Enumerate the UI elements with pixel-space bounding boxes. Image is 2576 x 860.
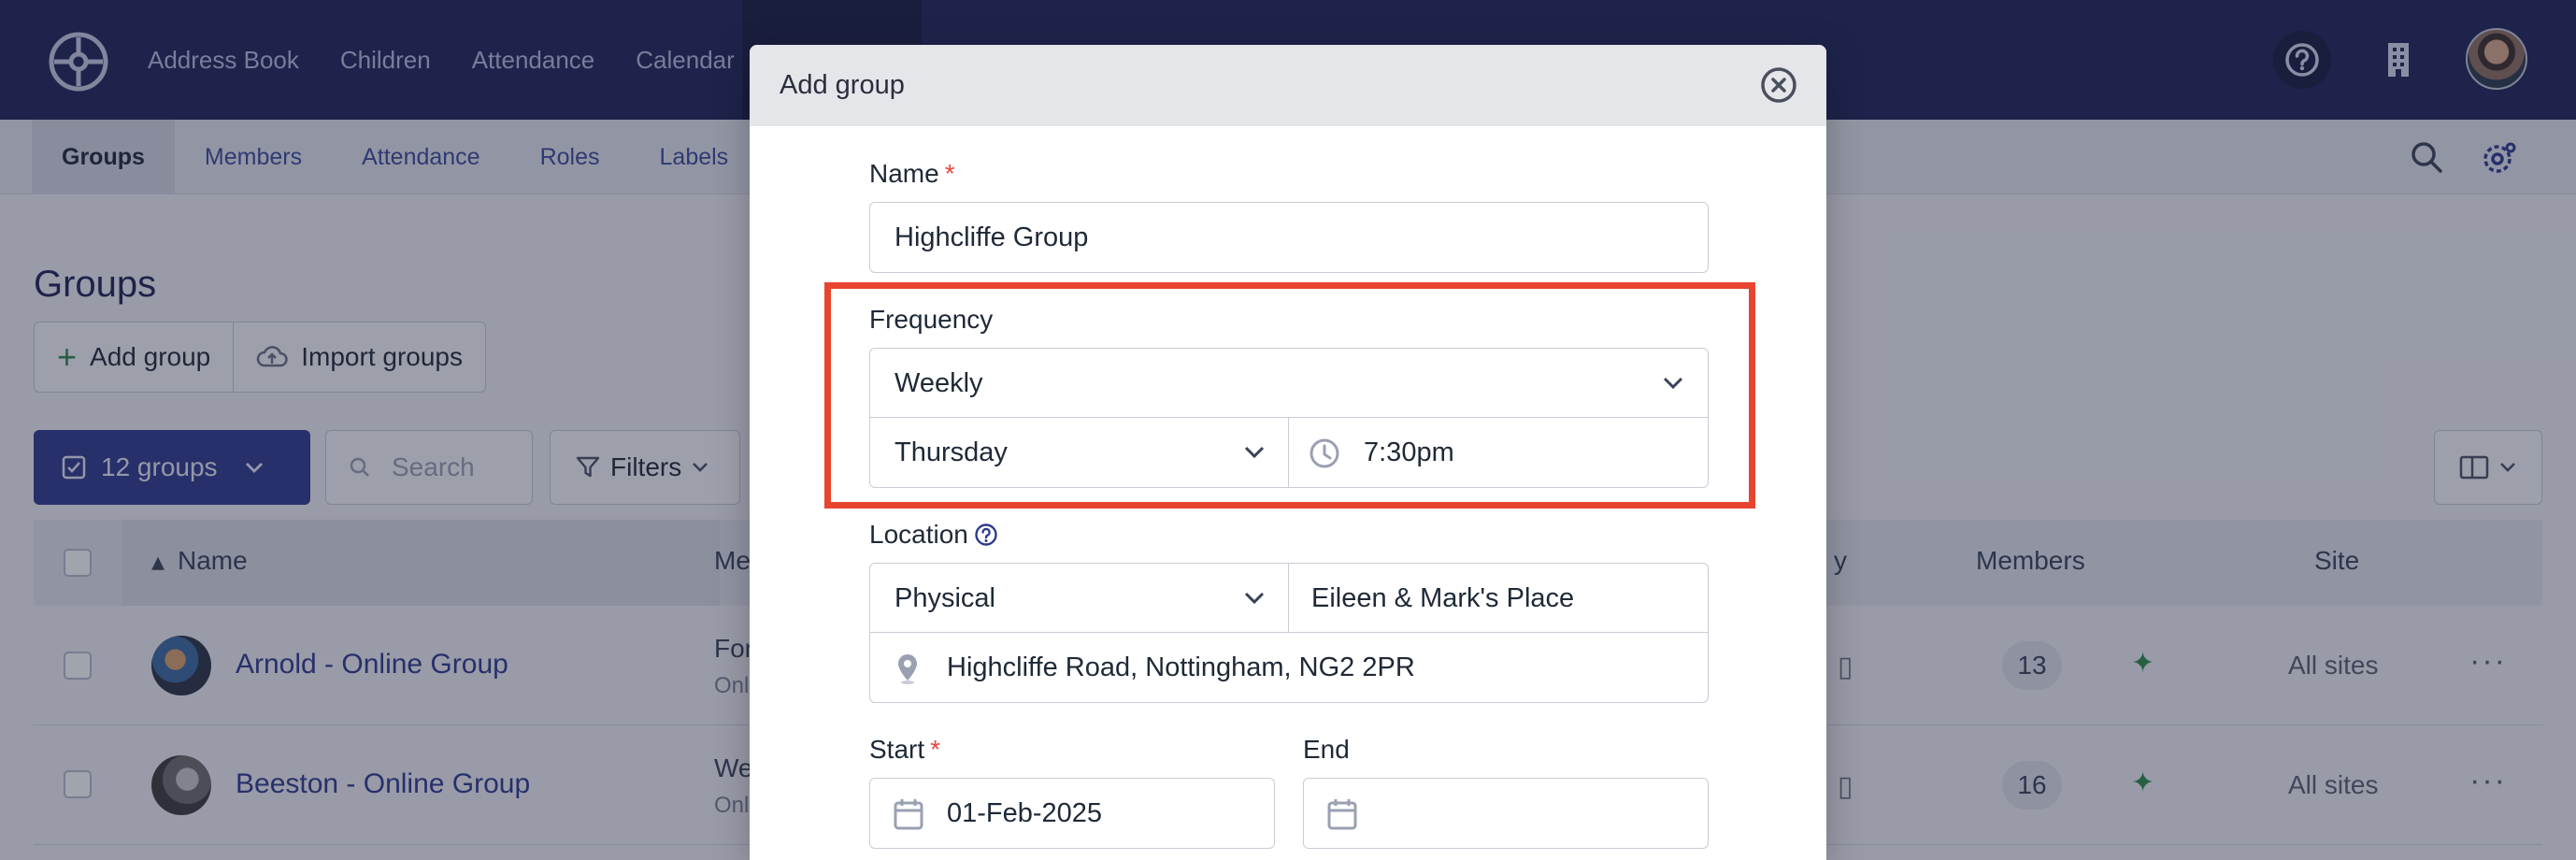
required-asterisk: * (930, 735, 941, 764)
location-name-field[interactable]: Eileen & Mark's Place (1288, 563, 1709, 634)
modal-title: Add group (780, 70, 905, 100)
frequency-label: Frequency (869, 305, 994, 334)
clock-icon (1309, 438, 1339, 468)
end-label: End (1303, 735, 1350, 764)
calendar-icon (894, 799, 923, 830)
location-label: Location (869, 520, 998, 550)
address-field[interactable]: Highcliffe Road, Nottingham, NG2 2PR (869, 632, 1709, 703)
add-group-modal: Add group Name * Highcliffe Group Freque… (750, 45, 1826, 860)
name-field[interactable]: Highcliffe Group (869, 202, 1709, 273)
start-label: Start * (869, 735, 941, 764)
day-select[interactable]: Thursday (869, 417, 1290, 488)
name-label: Name * (869, 159, 955, 188)
help-icon[interactable] (974, 523, 998, 547)
start-date-field[interactable]: 01-Feb-2025 (869, 778, 1275, 849)
map-pin-icon (898, 654, 917, 684)
frequency-select[interactable]: Weekly (869, 348, 1709, 419)
modal-header: Add group (750, 45, 1826, 126)
location-type-select[interactable]: Physical (869, 563, 1290, 634)
close-icon[interactable] (1759, 65, 1798, 105)
calendar-icon (1327, 799, 1357, 830)
chevron-down-icon (1663, 377, 1683, 390)
time-field[interactable]: 7:30pm (1288, 417, 1709, 488)
chevron-down-icon (1244, 592, 1265, 605)
end-date-field[interactable] (1303, 778, 1709, 849)
required-asterisk: * (944, 159, 955, 188)
chevron-down-icon (1244, 446, 1265, 459)
